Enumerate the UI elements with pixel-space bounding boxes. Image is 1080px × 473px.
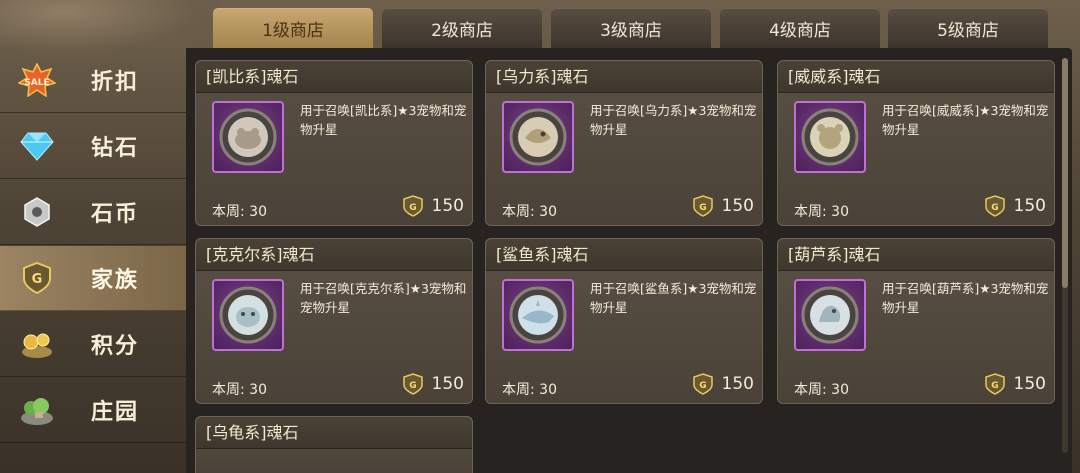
sidebar-item-manor[interactable]: 庄园 [0,378,186,443]
item-title: [乌力系]魂石 [486,61,762,93]
svg-text:G: G [699,381,706,391]
weekly-limit: 本周: 30 [794,382,849,398]
item-title: [凯比系]魂石 [196,61,472,93]
item-price: G 150 [402,195,464,217]
item-title: [威威系]魂石 [778,61,1054,93]
sidebar-item-diamond[interactable]: 钻石 [0,114,186,179]
shop-item-card[interactable]: [乌龟系]魂石 [195,416,473,473]
diamond-icon [17,126,57,166]
sidebar-item-label: 庄园 [91,400,140,425]
item-price: G 150 [692,195,754,217]
svg-text:G: G [991,381,998,391]
item-title: [葫芦系]魂石 [778,239,1054,271]
item-description: 用于召唤[鲨鱼系]★3宠物和宠物升星 [590,281,757,315]
sidebar-item-discount[interactable]: SALE 折扣 [0,48,186,113]
points-icon [17,324,57,364]
guild-coin-icon: G [692,195,713,217]
svg-text:G: G [991,203,998,213]
sidebar-item-stone-coin[interactable]: 石币 [0,180,186,245]
item-description: 用于召唤[威威系]★3宠物和宠物升星 [882,103,1049,137]
weekly-limit: 本周: 30 [502,382,557,398]
item-price: G 150 [984,195,1046,217]
price-value: 150 [431,196,464,216]
item-price: G 150 [692,373,754,395]
svg-text:G: G [699,203,706,213]
price-value: 150 [431,374,464,394]
sidebar-item-label: 石币 [91,202,140,227]
sidebar-item-label: 积分 [91,334,140,359]
stone-coin-icon [17,192,57,232]
sidebar-item-label: 钻石 [91,136,140,161]
weekly-limit: 本周: 30 [212,204,267,220]
soulstone-shark-icon [502,279,574,351]
scrollbar[interactable] [1062,58,1068,453]
tab-level-4[interactable]: 4级商店 [720,8,880,48]
item-description: 用于召唤[乌力系]★3宠物和宠物升星 [590,103,757,137]
item-price: G 150 [984,373,1046,395]
guild-coin-icon: G [17,258,57,298]
soulstone-hulu-icon [794,279,866,351]
price-value: 150 [1013,196,1046,216]
shop-item-card[interactable]: [乌力系]魂石 用于召唤[乌力系]★3宠物和宠物升星 本周: 30 G 150 [485,60,763,226]
shop-level-tabs: 1级商店 2级商店 3级商店 4级商店 5级商店 [213,8,1053,48]
soulstone-weiwei-icon [794,101,866,173]
price-value: 150 [1013,374,1046,394]
item-description: 用于召唤[凯比系]★3宠物和宠物升星 [300,103,467,137]
scrollbar-thumb[interactable] [1062,58,1068,288]
sidebar-item-points[interactable]: 积分 [0,312,186,377]
soulstone-wuli-icon [502,101,574,173]
shop-item-card[interactable]: [克克尔系]魂石 用于召唤[克克尔系]★3宠物和宠物升星 本周: 30 G 15… [195,238,473,404]
item-title: [鲨鱼系]魂石 [486,239,762,271]
weekly-limit: 本周: 30 [212,382,267,398]
sidebar-item-label: 折扣 [91,70,140,95]
tab-level-3[interactable]: 3级商店 [551,8,711,48]
price-value: 150 [721,196,754,216]
svg-text:G: G [409,203,416,213]
item-price: G 150 [402,373,464,395]
sale-badge-text: SALE [24,78,49,88]
guild-coin-icon: G [402,195,423,217]
soulstone-kaibi-icon [212,101,284,173]
item-title: [乌龟系]魂石 [196,417,472,449]
svg-text:G: G [409,381,416,391]
weekly-limit: 本周: 30 [502,204,557,220]
tab-level-2[interactable]: 2级商店 [382,8,542,48]
guild-coin-icon: G [402,373,423,395]
price-value: 150 [721,374,754,394]
item-description: 用于召唤[葫芦系]★3宠物和宠物升星 [882,281,1049,315]
guild-coin-icon: G [692,373,713,395]
shop-item-card[interactable]: [威威系]魂石 用于召唤[威威系]★3宠物和宠物升星 本周: 30 G 150 [777,60,1055,226]
guild-coin-icon: G [984,195,1005,217]
weekly-limit: 本周: 30 [794,204,849,220]
sidebar-item-guild[interactable]: G 家族 [0,246,186,311]
item-title: [克克尔系]魂石 [196,239,472,271]
guild-coin-icon: G [984,373,1005,395]
item-description: 用于召唤[克克尔系]★3宠物和宠物升星 [300,281,467,315]
shop-category-sidebar: SALE 折扣 钻石 石币 G 家族 积分 庄园 [0,48,186,448]
soulstone-kekeer-icon [212,279,284,351]
manor-icon [17,390,57,430]
tab-level-5[interactable]: 5级商店 [888,8,1048,48]
sale-icon: SALE [17,60,57,100]
guild-badge-text: G [32,272,43,287]
tab-level-1[interactable]: 1级商店 [213,8,373,48]
shop-item-card[interactable]: [凯比系]魂石 用于召唤[凯比系]★3宠物和宠物升星 本周: 30 G 150 [195,60,473,226]
shop-item-card[interactable]: [葫芦系]魂石 用于召唤[葫芦系]★3宠物和宠物升星 本周: 30 G 150 [777,238,1055,404]
sidebar-item-label: 家族 [91,268,140,293]
shop-item-card[interactable]: [鲨鱼系]魂石 用于召唤[鲨鱼系]★3宠物和宠物升星 本周: 30 G 150 [485,238,763,404]
